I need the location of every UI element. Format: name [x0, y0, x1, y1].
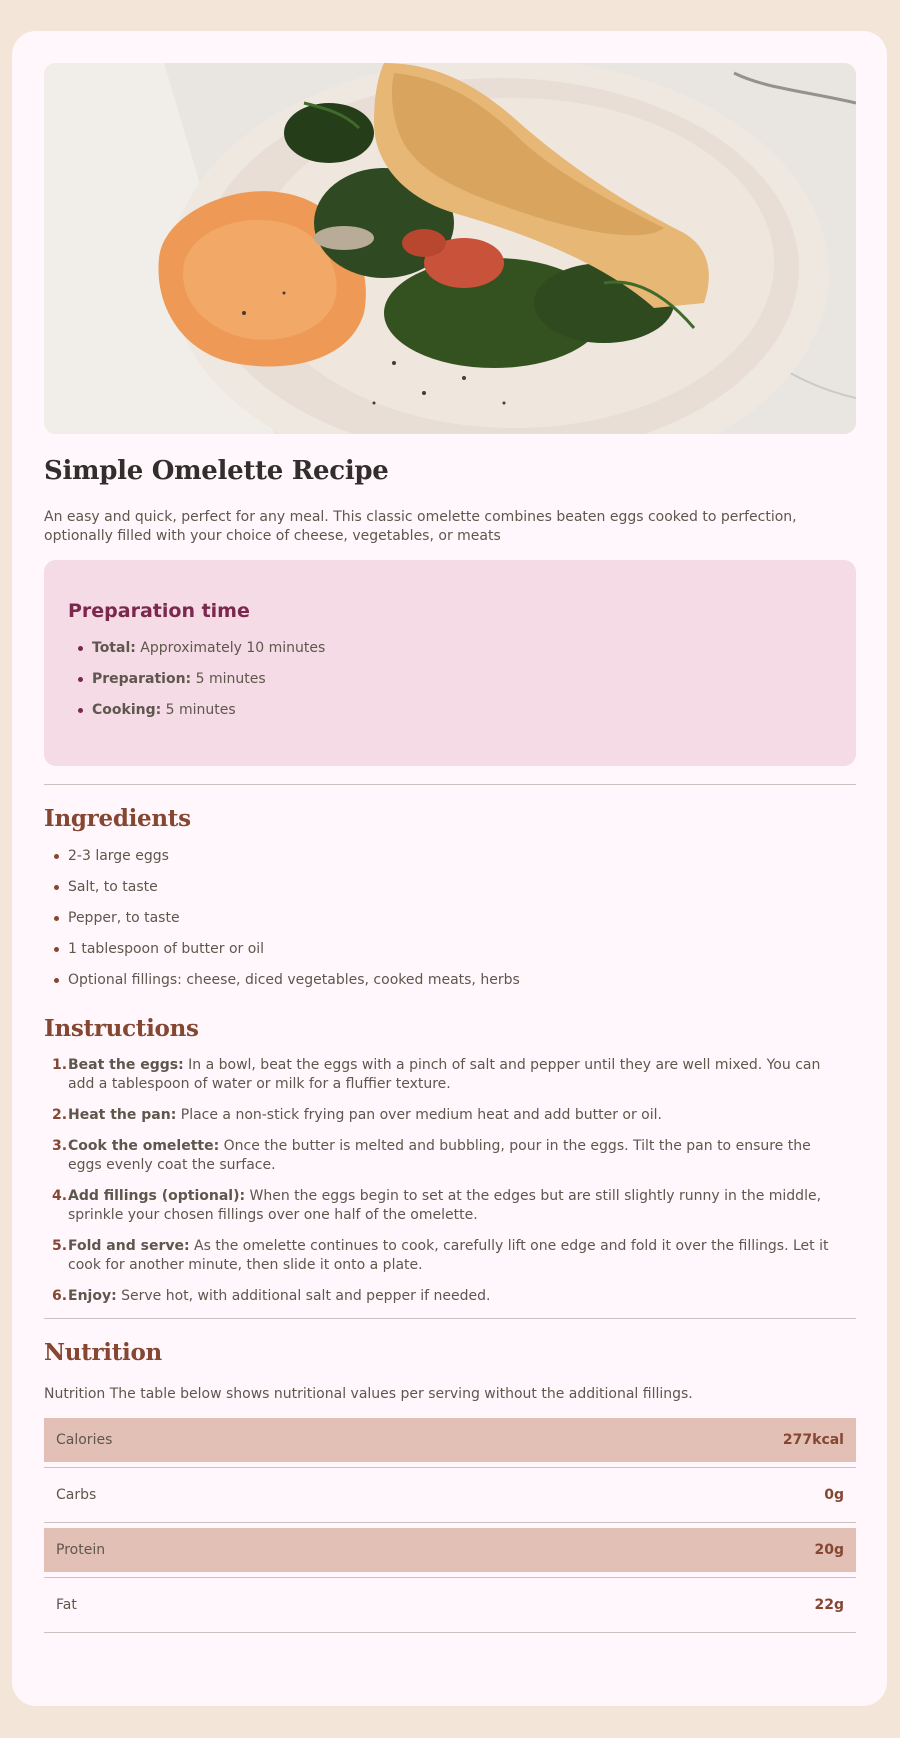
nutrition-row-protein: Protein 20g [44, 1528, 856, 1578]
nutrient-value: 22g [814, 1597, 844, 1613]
instruction-step: 3. Cook the omelette: Once the butter is … [52, 1137, 856, 1175]
step-label: Cook the omelette: [68, 1138, 220, 1154]
instructions-section: Instructions 1. Beat the eggs: In a bowl,… [44, 1015, 856, 1306]
step-number: 2. [52, 1107, 68, 1123]
recipe-content: Simple Omelette Recipe An easy and quick… [44, 63, 856, 1638]
preparation-label: Cooking: [92, 702, 162, 718]
nutrition-description: Nutrition The table below shows nutritio… [44, 1386, 693, 1402]
step-number: 6. [52, 1288, 68, 1304]
nutrition-section: Nutrition Nutrition The table below show… [44, 1339, 856, 1633]
ingredient-item: Salt, to taste [54, 877, 856, 908]
preparation-item-total: Total: Approximately 10 minutes [78, 638, 832, 669]
nutrient-value: 0g [824, 1487, 844, 1503]
step-text: Serve hot, with additional salt and pepp… [116, 1288, 491, 1304]
nutrient-name: Carbs [56, 1487, 97, 1503]
preparation-label: Total: [92, 640, 136, 656]
nutrition-heading: Nutrition [44, 1339, 162, 1366]
ingredient-item: 2-3 large eggs [54, 846, 856, 877]
ingredient-item: 1 tablespoon of butter or oil [54, 939, 856, 970]
preparation-value: 5 minutes [191, 671, 266, 687]
step-label: Beat the eggs: [68, 1057, 184, 1073]
preparation-item-cooking: Cooking: 5 minutes [78, 700, 832, 731]
step-label: Fold and serve: [68, 1238, 190, 1254]
nutrition-row-carbs: Carbs 0g [44, 1473, 856, 1523]
step-number: 4. [52, 1188, 68, 1204]
instruction-step: 6. Enjoy: Serve hot, with additional salt… [52, 1287, 856, 1306]
ingredients-heading: Ingredients [44, 805, 191, 832]
nutrient-name: Calories [56, 1432, 113, 1448]
preparation-value: 5 minutes [161, 702, 236, 718]
ingredient-item: Pepper, to taste [54, 908, 856, 939]
ingredient-item: Optional fillings: cheese, diced vegetab… [54, 970, 856, 1001]
step-label: Heat the pan: [68, 1107, 177, 1123]
recipe-title: Simple Omelette Recipe [44, 456, 389, 486]
nutrient-value: 20g [814, 1542, 844, 1558]
step-text: Place a non-stick frying pan over medium… [176, 1107, 662, 1123]
preparation-label: Preparation: [92, 671, 192, 687]
preparation-item-preparation: Preparation: 5 minutes [78, 669, 832, 700]
step-label: Enjoy: [68, 1288, 117, 1304]
ingredients-section: Ingredients 2-3 large eggs Salt, to tast… [44, 805, 856, 1001]
preparation-value: Approximately 10 minutes [135, 640, 326, 656]
ingredients-list: 2-3 large eggs Salt, to taste Pepper, to… [44, 846, 856, 1001]
divider [44, 1318, 856, 1319]
instruction-step: 4. Add fillings (optional): When the eggs… [52, 1187, 856, 1225]
step-number: 1. [52, 1057, 68, 1073]
omelette-photo [44, 63, 856, 434]
instruction-step: 2. Heat the pan: Place a non-stick frying… [52, 1106, 856, 1125]
recipe-intro: An easy and quick, perfect for any meal.… [44, 509, 797, 544]
nutrient-name: Protein [56, 1542, 106, 1558]
step-number: 3. [52, 1138, 68, 1154]
step-number: 5. [52, 1238, 68, 1254]
nutrition-row-fat: Fat 22g [44, 1583, 856, 1633]
instruction-step: 1. Beat the eggs: In a bowl, beat the egg… [52, 1056, 856, 1094]
divider [44, 784, 856, 785]
instructions-heading: Instructions [44, 1015, 199, 1042]
nutrition-row-calories: Calories 277kcal [44, 1418, 856, 1468]
nutrient-value: 277kcal [782, 1432, 844, 1448]
instruction-step: 5. Fold and serve: As the omelette contin… [52, 1237, 856, 1275]
preparation-time-box: Preparation time Total: Approximately 10… [44, 560, 856, 766]
preparation-list: Total: Approximately 10 minutes Preparat… [68, 638, 832, 731]
recipe-card: Simple Omelette Recipe An easy and quick… [12, 31, 887, 1706]
instructions-list: 1. Beat the eggs: In a bowl, beat the egg… [44, 1056, 856, 1306]
nutrient-name: Fat [56, 1597, 77, 1613]
step-label: Add fillings (optional): [68, 1188, 246, 1204]
preparation-heading: Preparation time [68, 600, 250, 622]
